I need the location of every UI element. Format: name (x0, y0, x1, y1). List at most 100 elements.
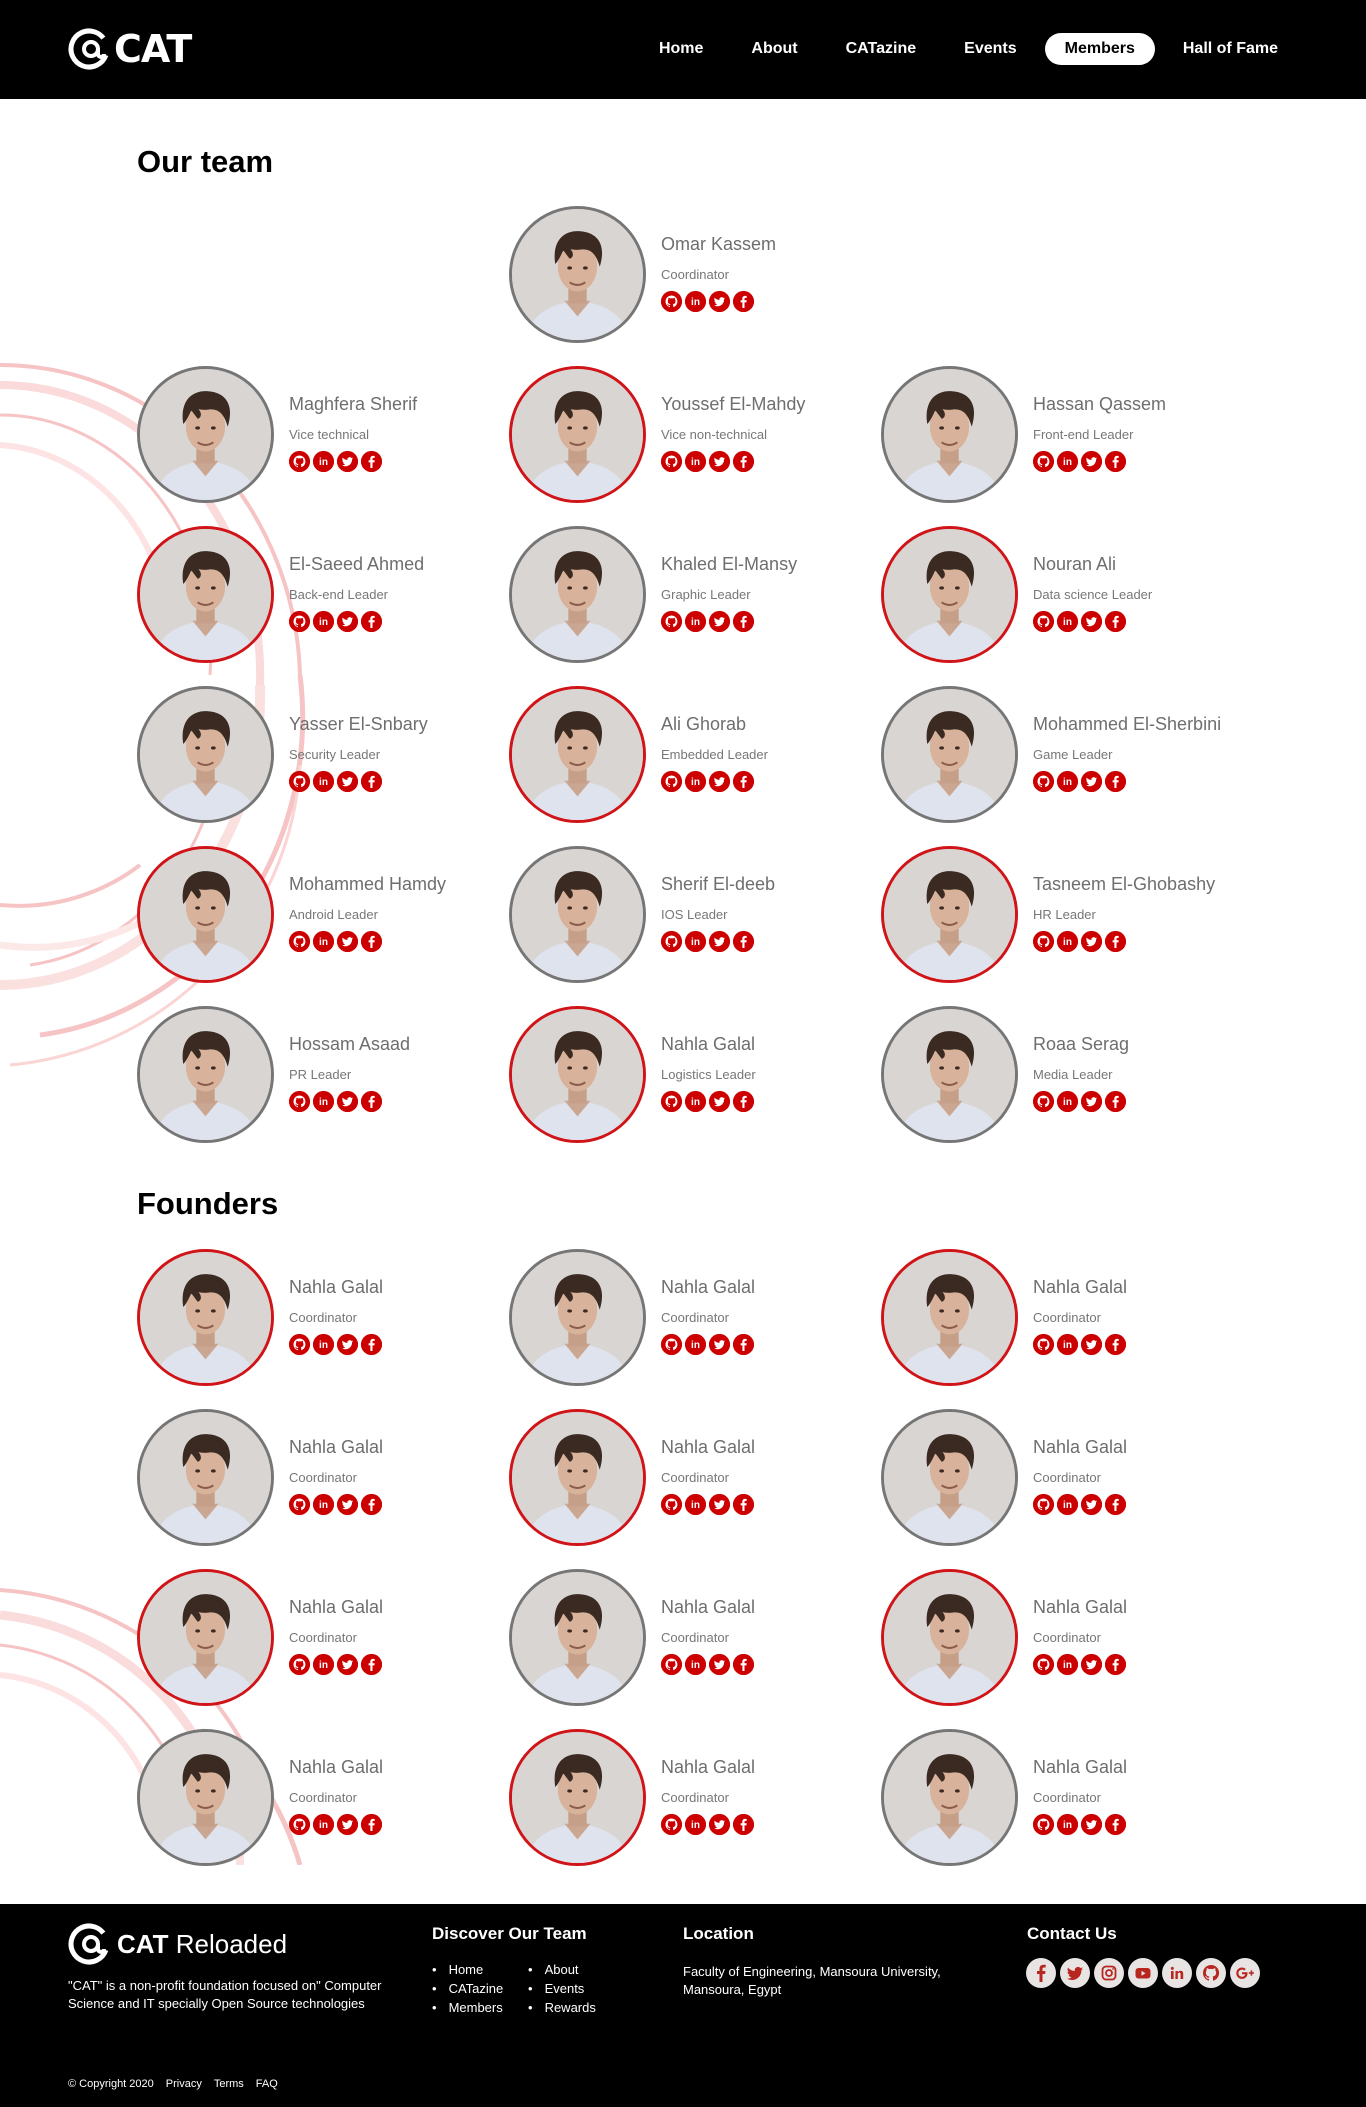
github-icon[interactable] (1033, 931, 1054, 952)
facebook-icon[interactable] (361, 611, 382, 632)
avatar[interactable] (509, 1729, 646, 1866)
avatar[interactable] (881, 366, 1018, 503)
facebook-icon[interactable] (733, 291, 754, 312)
github-icon[interactable] (1033, 1494, 1054, 1515)
avatar[interactable] (137, 1729, 274, 1866)
avatar[interactable] (881, 1729, 1018, 1866)
facebook-icon[interactable] (361, 1494, 382, 1515)
github-icon[interactable] (289, 451, 310, 472)
footer-link-events[interactable]: Events (526, 1979, 596, 1998)
facebook-icon[interactable] (361, 1654, 382, 1675)
avatar[interactable] (137, 686, 274, 823)
github-icon[interactable] (289, 1814, 310, 1835)
github-icon[interactable] (1033, 1814, 1054, 1835)
twitter-icon[interactable] (337, 611, 358, 632)
facebook-icon[interactable] (1105, 1091, 1126, 1112)
twitter-icon[interactable] (709, 1334, 730, 1355)
facebook-icon[interactable] (1105, 771, 1126, 792)
avatar[interactable] (881, 846, 1018, 983)
avatar[interactable] (509, 366, 646, 503)
linkedin-icon[interactable]: in (1057, 771, 1078, 792)
linkedin-icon[interactable]: in (685, 451, 706, 472)
youtube-icon[interactable] (1128, 1958, 1158, 1988)
linkedin-icon[interactable]: in (313, 1814, 334, 1835)
avatar[interactable] (881, 1249, 1018, 1386)
avatar[interactable] (509, 1569, 646, 1706)
github-icon[interactable] (661, 1494, 682, 1515)
facebook-icon[interactable] (1105, 611, 1126, 632)
facebook-icon[interactable] (361, 931, 382, 952)
twitter-icon[interactable] (709, 611, 730, 632)
twitter-icon[interactable] (337, 1494, 358, 1515)
linkedin-icon[interactable]: in (1057, 931, 1078, 952)
twitter-icon[interactable] (709, 1814, 730, 1835)
twitter-icon[interactable] (709, 1494, 730, 1515)
twitter-icon[interactable] (1081, 771, 1102, 792)
linkedin-icon[interactable]: in (313, 931, 334, 952)
avatar[interactable] (881, 686, 1018, 823)
avatar[interactable] (137, 366, 274, 503)
google-plus-icon[interactable] (1230, 1958, 1260, 1988)
avatar[interactable] (137, 1569, 274, 1706)
github-icon[interactable] (1196, 1958, 1226, 1988)
github-icon[interactable] (661, 1091, 682, 1112)
instagram-icon[interactable] (1094, 1958, 1124, 1988)
twitter-icon[interactable] (1081, 1494, 1102, 1515)
facebook-icon[interactable] (733, 1091, 754, 1112)
nav-about[interactable]: About (731, 33, 817, 65)
linkedin-icon[interactable]: in (313, 1494, 334, 1515)
linkedin-icon[interactable]: in (685, 611, 706, 632)
github-icon[interactable] (661, 611, 682, 632)
linkedin-icon[interactable]: in (685, 1494, 706, 1515)
footer-link-catazine[interactable]: CATazine (430, 1979, 504, 1998)
footer-link-about[interactable]: About (526, 1960, 596, 1979)
facebook-icon[interactable] (1105, 1494, 1126, 1515)
avatar[interactable] (137, 526, 274, 663)
facebook-icon[interactable] (733, 1494, 754, 1515)
linkedin-icon[interactable]: in (313, 1091, 334, 1112)
avatar[interactable] (137, 1249, 274, 1386)
avatar[interactable] (509, 1249, 646, 1386)
github-icon[interactable] (289, 1334, 310, 1355)
twitter-icon[interactable] (709, 1654, 730, 1675)
linkedin-icon[interactable]: in (313, 771, 334, 792)
twitter-icon[interactable] (1081, 611, 1102, 632)
linkedin-icon[interactable]: in (1057, 611, 1078, 632)
twitter-icon[interactable] (337, 1654, 358, 1675)
github-icon[interactable] (1033, 451, 1054, 472)
twitter-icon[interactable] (709, 771, 730, 792)
twitter-icon[interactable] (709, 931, 730, 952)
github-icon[interactable] (661, 931, 682, 952)
linkedin-icon[interactable]: in (1057, 1091, 1078, 1112)
footer-logo[interactable]: CAT Reloaded (67, 1922, 287, 1966)
github-icon[interactable] (289, 931, 310, 952)
facebook-icon[interactable] (733, 771, 754, 792)
twitter-icon[interactable] (337, 771, 358, 792)
github-icon[interactable] (1033, 1334, 1054, 1355)
facebook-icon[interactable] (1105, 1334, 1126, 1355)
linkedin-icon[interactable]: in (1057, 1494, 1078, 1515)
avatar[interactable] (509, 526, 646, 663)
linkedin-icon[interactable]: in (313, 611, 334, 632)
facebook-icon[interactable] (361, 1334, 382, 1355)
linkedin-icon[interactable]: in (685, 1654, 706, 1675)
footer-link-terms[interactable]: Terms (214, 2078, 244, 2090)
github-icon[interactable] (1033, 1654, 1054, 1675)
linkedin-icon[interactable]: in (685, 1334, 706, 1355)
facebook-icon[interactable] (733, 1814, 754, 1835)
github-icon[interactable] (1033, 1091, 1054, 1112)
nav-home[interactable]: Home (639, 33, 723, 65)
linkedin-icon[interactable]: in (1057, 1334, 1078, 1355)
twitter-icon[interactable] (337, 1334, 358, 1355)
twitter-icon[interactable] (709, 291, 730, 312)
avatar[interactable] (137, 846, 274, 983)
avatar[interactable] (509, 1006, 646, 1143)
facebook-icon[interactable] (361, 1091, 382, 1112)
footer-link-faq[interactable]: FAQ (256, 2078, 278, 2090)
github-icon[interactable] (661, 1654, 682, 1675)
footer-link-rewards[interactable]: Rewards (526, 1998, 596, 2017)
facebook-icon[interactable] (733, 611, 754, 632)
twitter-icon[interactable] (1060, 1958, 1090, 1988)
linkedin-icon[interactable]: in (685, 1091, 706, 1112)
facebook-icon[interactable] (1105, 931, 1126, 952)
